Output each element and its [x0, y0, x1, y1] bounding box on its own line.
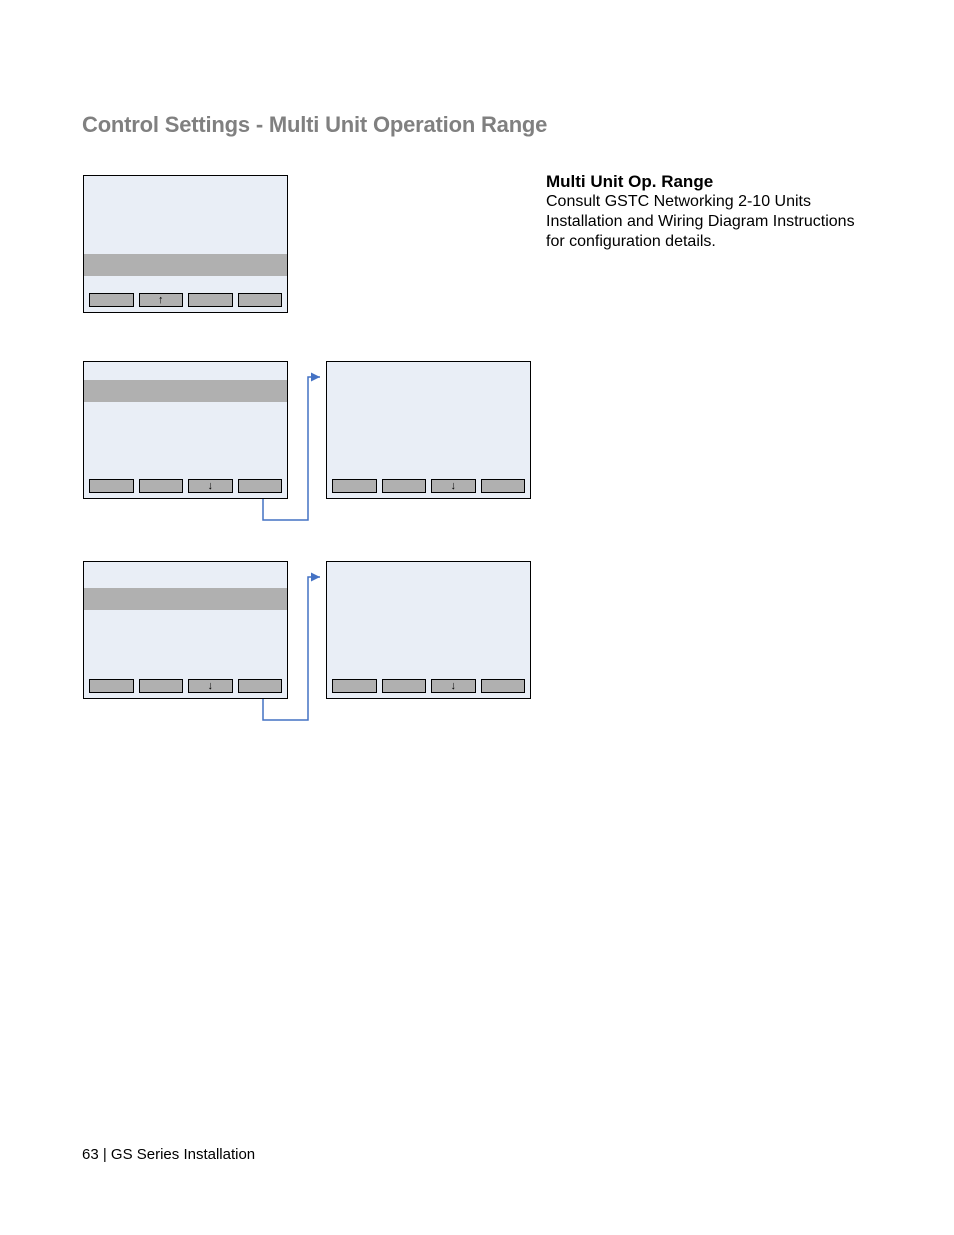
screen-panel-4: ↓ [83, 561, 288, 699]
arrow-down-icon: ↓ [451, 681, 457, 692]
button-3[interactable] [188, 293, 233, 307]
button-4[interactable] [238, 479, 283, 493]
screen-panel-3: ↓ [326, 361, 531, 499]
page-footer: 63 | GS Series Installation [82, 1146, 255, 1163]
button-4[interactable] [481, 679, 526, 693]
button-2[interactable] [139, 479, 184, 493]
screen-panel-5: ↓ [326, 561, 531, 699]
highlight-bar [84, 254, 287, 276]
button-row: ↓ [84, 479, 287, 493]
button-2-up[interactable]: ↑ [139, 293, 184, 307]
button-row: ↓ [84, 679, 287, 693]
button-row: ↓ [327, 679, 530, 693]
button-1[interactable] [332, 679, 377, 693]
button-4[interactable] [238, 679, 283, 693]
arrow-up-icon: ↑ [158, 295, 164, 306]
button-2[interactable] [382, 679, 427, 693]
button-4[interactable] [238, 293, 283, 307]
section-body: Consult GSTC Networking 2-10 Units Insta… [546, 192, 856, 252]
button-1[interactable] [89, 479, 134, 493]
button-1[interactable] [89, 293, 134, 307]
page-title: Control Settings - Multi Unit Operation … [82, 112, 547, 138]
arrow-down-icon: ↓ [208, 681, 214, 692]
arrow-down-icon: ↓ [208, 481, 214, 492]
section-heading: Multi Unit Op. Range [546, 172, 713, 192]
highlight-bar [84, 588, 287, 610]
arrow-down-icon: ↓ [451, 481, 457, 492]
button-3-down[interactable]: ↓ [188, 679, 233, 693]
screen-panel-2: ↓ [83, 361, 288, 499]
button-4[interactable] [481, 479, 526, 493]
button-3-down[interactable]: ↓ [188, 479, 233, 493]
button-2[interactable] [139, 679, 184, 693]
button-3-down[interactable]: ↓ [431, 679, 476, 693]
button-row: ↓ [327, 479, 530, 493]
highlight-bar [84, 380, 287, 402]
button-row: ↑ [84, 293, 287, 307]
button-2[interactable] [382, 479, 427, 493]
button-3-down[interactable]: ↓ [431, 479, 476, 493]
button-1[interactable] [332, 479, 377, 493]
screen-panel-1: ↑ [83, 175, 288, 313]
button-1[interactable] [89, 679, 134, 693]
